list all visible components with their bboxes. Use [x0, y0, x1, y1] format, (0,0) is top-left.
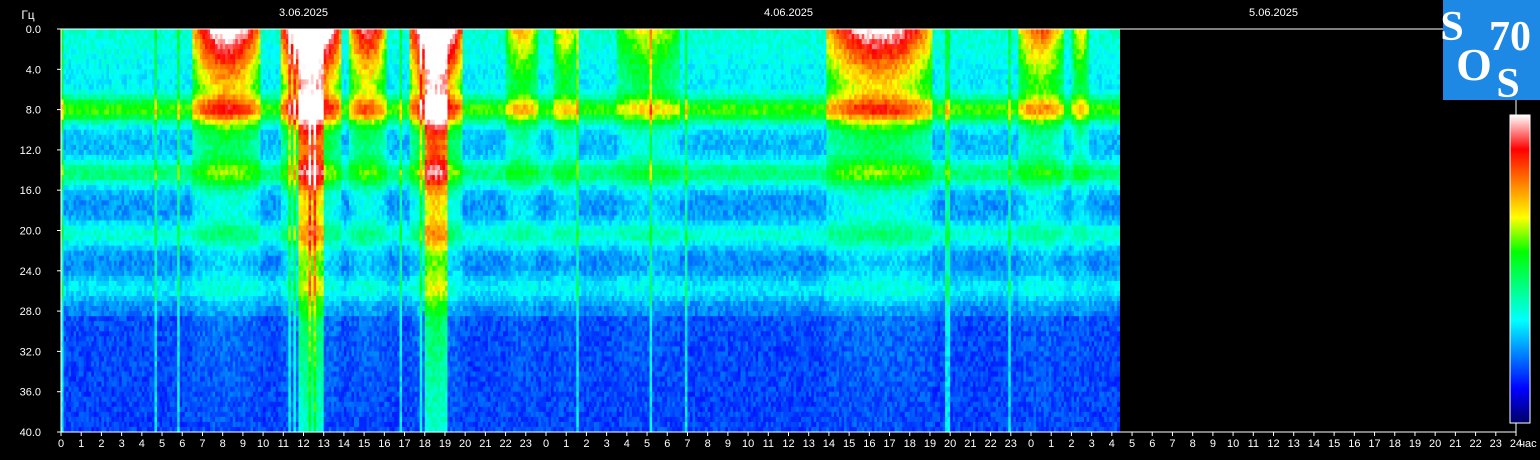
spectrogram-chart: 0.04.08.012.016.020.024.028.032.036.040.…: [0, 0, 1540, 460]
plot-area: [61, 29, 1516, 433]
spectrogram-cells: [61, 29, 1120, 433]
